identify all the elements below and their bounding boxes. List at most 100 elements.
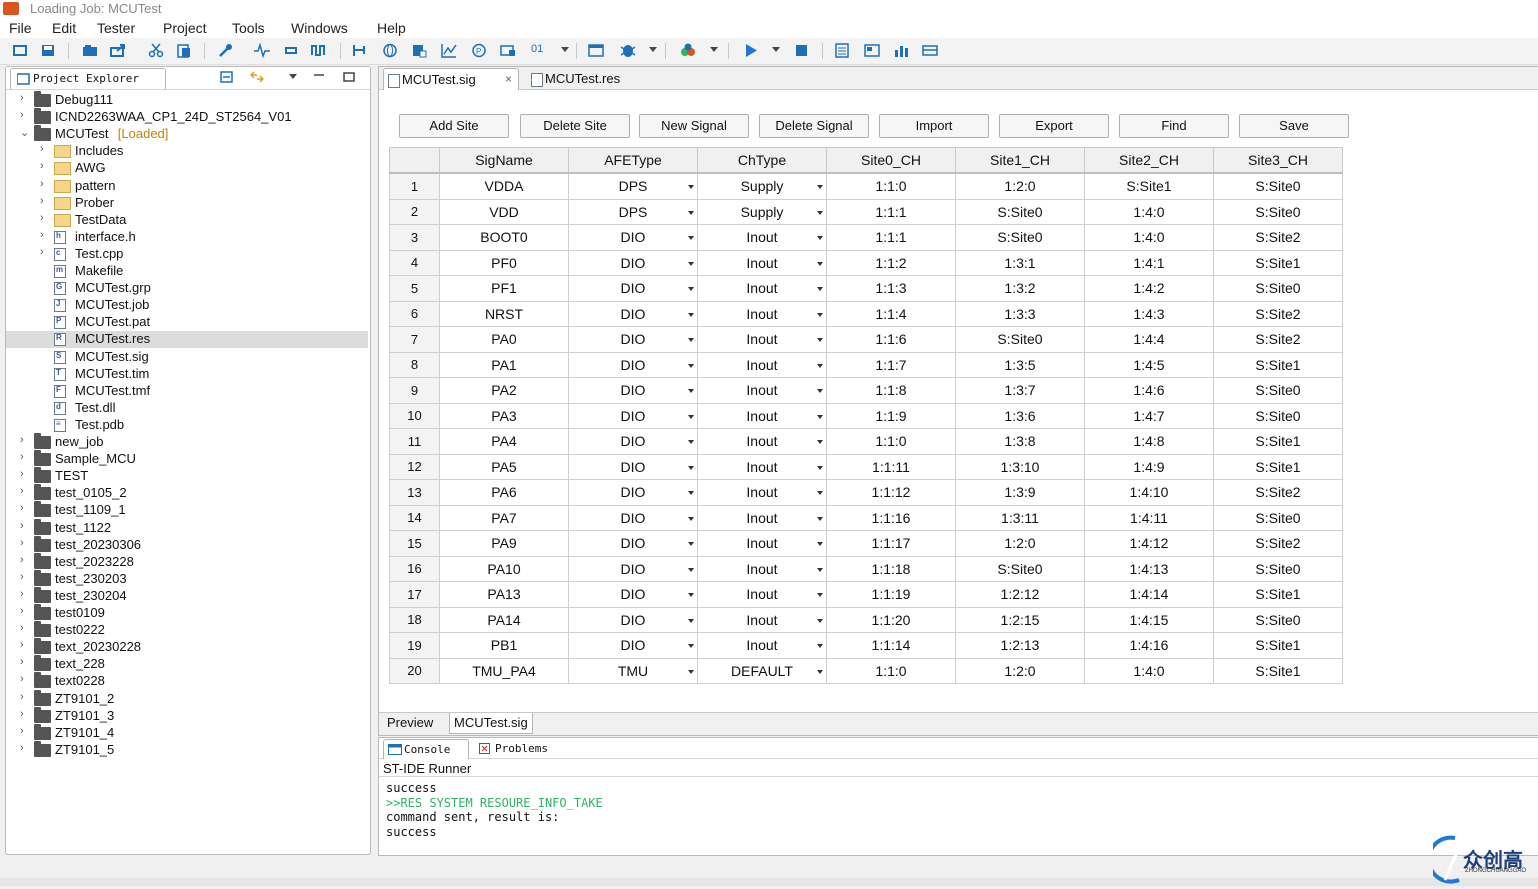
chevron-right-icon[interactable]: › <box>40 246 44 258</box>
site-channel-cell[interactable]: 1:4:8 <box>1084 428 1214 455</box>
signal-name-cell[interactable]: PA7 <box>439 504 569 531</box>
chevron-right-icon[interactable]: › <box>20 742 24 754</box>
chtype-dropdown[interactable]: Inout <box>697 504 827 531</box>
chevron-down-icon[interactable] <box>688 210 694 215</box>
chevron-right-icon[interactable]: › <box>20 656 24 668</box>
close-tab-icon[interactable]: × <box>505 72 512 86</box>
record-icon[interactable]: P <box>471 43 487 58</box>
chtype-dropdown[interactable]: Inout <box>697 530 827 557</box>
site-channel-cell[interactable]: 1:4:16 <box>1084 632 1214 659</box>
site-channel-cell[interactable]: S:Site1 <box>1213 351 1343 378</box>
site-channel-cell[interactable]: S:Site1 <box>1084 172 1214 200</box>
afetype-dropdown[interactable]: DIO <box>568 275 698 302</box>
afetype-dropdown[interactable]: DIO <box>568 530 698 557</box>
table-row[interactable]: 1 VDDA DPS Supply 1:1:0 1:2:0 S:Site1 S:Site0 <box>389 172 1343 200</box>
chtype-dropdown[interactable]: Inout <box>697 377 827 404</box>
site-channel-cell[interactable]: 1:2:0 <box>955 530 1085 557</box>
chevron-right-icon[interactable]: › <box>20 639 24 651</box>
pulse-icon[interactable] <box>311 43 327 58</box>
chevron-down-icon[interactable] <box>688 567 694 572</box>
site-channel-cell[interactable]: 1:2:12 <box>955 581 1085 608</box>
window-run-icon[interactable] <box>588 43 604 58</box>
column-header-signame[interactable]: SigName <box>439 147 569 174</box>
tree-item[interactable]: › test0109 <box>6 604 368 622</box>
site-channel-cell[interactable]: S:Site1 <box>1213 657 1343 684</box>
chip-icon[interactable] <box>283 43 299 58</box>
site-channel-cell[interactable]: 1:3:11 <box>955 504 1085 531</box>
tab-project-explorer[interactable]: Project Explorer <box>10 68 166 89</box>
site-channel-cell[interactable]: 1:4:6 <box>1084 377 1214 404</box>
site-channel-cell[interactable]: 1:2:0 <box>955 172 1085 200</box>
chtype-dropdown[interactable]: Supply <box>697 198 827 225</box>
chevron-down-icon[interactable] <box>688 287 694 291</box>
database-icon[interactable] <box>411 43 427 58</box>
chevron-down-icon[interactable] <box>772 47 780 52</box>
chevron-right-icon[interactable]: › <box>20 520 24 532</box>
afetype-dropdown[interactable]: DIO <box>568 428 698 455</box>
console-output[interactable]: success >>RES SYSTEM RESOURE_INFO_TAKE com… <box>379 779 1538 851</box>
chtype-dropdown[interactable]: Inout <box>697 275 827 302</box>
chevron-down-icon[interactable] <box>817 312 823 317</box>
site-channel-cell[interactable]: 1:4:11 <box>1084 504 1214 531</box>
tree-item[interactable]: › Debug111 <box>6 91 368 109</box>
table-row[interactable]: 17 PA13 DIO Inout 1:1:19 1:2:12 1:4:14 S:Site1 <box>389 581 1343 608</box>
menu-tester[interactable]: Tester <box>97 20 135 36</box>
site-channel-cell[interactable]: 1:1:6 <box>826 326 956 353</box>
stop-icon[interactable] <box>794 43 810 58</box>
afetype-dropdown[interactable]: DIO <box>568 300 698 327</box>
afetype-dropdown[interactable]: DPS <box>568 198 698 225</box>
site-channel-cell[interactable]: 1:4:10 <box>1084 479 1214 506</box>
tree-item[interactable]: › test_1122 <box>6 518 368 537</box>
afetype-dropdown[interactable]: DIO <box>568 453 698 480</box>
table-row[interactable]: 10 PA3 DIO Inout 1:1:9 1:3:6 1:4:7 S:Site0 <box>389 402 1343 429</box>
signal-name-cell[interactable]: PA6 <box>439 479 569 506</box>
signal-name-cell[interactable]: PB1 <box>439 632 569 659</box>
chevron-down-icon[interactable] <box>817 669 823 674</box>
tree-item[interactable]: › ZT9101_5 <box>6 740 368 759</box>
chtype-dropdown[interactable]: DEFAULT <box>697 657 827 684</box>
site-channel-cell[interactable]: S:Site0 <box>1213 555 1343 582</box>
column-header-site0[interactable]: Site0_CH <box>826 147 956 174</box>
site-channel-cell[interactable]: 1:1:4 <box>826 300 956 327</box>
tab-problems[interactable]: Problems <box>475 739 565 758</box>
chevron-right-icon[interactable]: › <box>40 143 44 155</box>
signal-name-cell[interactable]: VDD <box>439 198 569 225</box>
chtype-dropdown[interactable]: Inout <box>697 224 827 251</box>
waveform-icon[interactable] <box>254 43 270 58</box>
chtype-dropdown[interactable]: Inout <box>697 479 827 506</box>
chevron-right-icon[interactable]: › <box>20 485 24 497</box>
menu-help[interactable]: Help <box>377 20 406 36</box>
menu-file[interactable]: File <box>9 20 32 36</box>
site-channel-cell[interactable]: 1:1:12 <box>826 479 956 506</box>
site-channel-cell[interactable]: 1:4:0 <box>1084 657 1214 684</box>
site-channel-cell[interactable]: 1:1:11 <box>826 453 956 480</box>
site-channel-cell[interactable]: S:Site0 <box>1213 172 1343 200</box>
site-channel-cell[interactable]: 1:4:9 <box>1084 453 1214 480</box>
chevron-right-icon[interactable]: › <box>20 673 24 685</box>
list-view-icon[interactable] <box>834 43 850 58</box>
tab-mcutest-res[interactable]: MCUTest.res <box>527 68 667 89</box>
layout-icon[interactable] <box>922 43 938 58</box>
debug-bug-icon[interactable] <box>620 43 636 58</box>
site-channel-cell[interactable]: S:Site2 <box>1213 300 1343 327</box>
site-channel-cell[interactable]: 1:2:0 <box>955 657 1085 684</box>
chart-icon[interactable] <box>441 43 457 58</box>
chevron-down-icon[interactable] <box>817 542 823 546</box>
signal-name-cell[interactable]: PA9 <box>439 530 569 557</box>
tree-item[interactable]: › AWG <box>6 160 368 177</box>
table-row[interactable]: 13 PA6 DIO Inout 1:1:12 1:3:9 1:4:10 S:Site2 <box>389 479 1343 506</box>
chevron-down-icon[interactable] <box>817 236 823 240</box>
chevron-down-icon[interactable] <box>817 567 823 572</box>
chevron-down-icon[interactable] <box>817 287 823 291</box>
site-channel-cell[interactable]: 1:3:7 <box>955 377 1085 404</box>
tab-sig-source[interactable]: MCUTest.sig <box>449 713 533 734</box>
afetype-dropdown[interactable]: DIO <box>568 632 698 659</box>
chevron-down-icon[interactable] <box>688 338 694 342</box>
menu-windows[interactable]: Windows <box>291 20 348 36</box>
site-channel-cell[interactable]: 1:4:4 <box>1084 326 1214 353</box>
signal-name-cell[interactable]: PA1 <box>439 351 569 378</box>
tree-item[interactable]: › text_228 <box>6 655 368 673</box>
chtype-dropdown[interactable]: Inout <box>697 249 827 276</box>
chevron-right-icon[interactable]: › <box>20 468 24 480</box>
run-play-icon[interactable] <box>743 43 759 58</box>
